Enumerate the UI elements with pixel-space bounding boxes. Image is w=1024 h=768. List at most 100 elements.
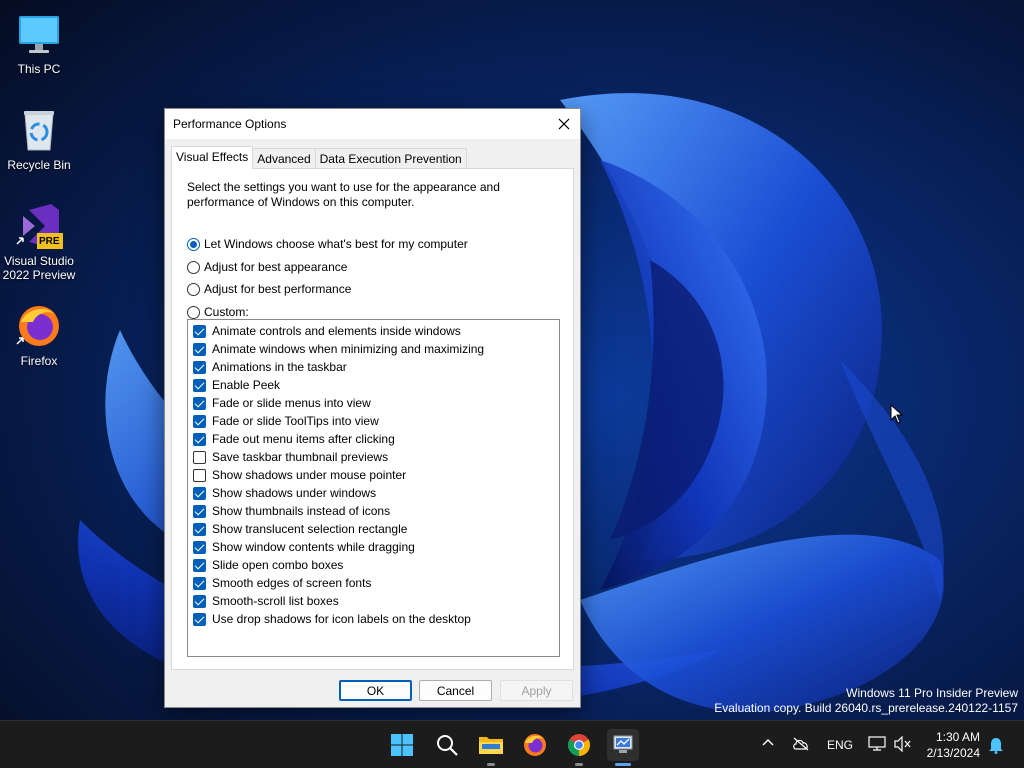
radio-best-performance[interactable]: Adjust for best performance: [187, 281, 351, 297]
desktop-icon-label-line1: Visual Studio: [4, 254, 74, 268]
list-item[interactable]: Use drop shadows for icon labels on the …: [188, 610, 559, 628]
option-label: Fade or slide ToolTips into view: [212, 414, 379, 428]
clock-date: 2/13/2024: [926, 746, 980, 760]
option-label: Show shadows under windows: [212, 486, 377, 500]
chevron-up-icon: [762, 739, 774, 746]
radio-button[interactable]: [187, 260, 200, 274]
checkbox[interactable]: [193, 594, 206, 608]
list-item[interactable]: Animations in the taskbar: [188, 358, 559, 376]
checkbox[interactable]: [193, 432, 206, 446]
windows-logo-icon: [391, 734, 413, 756]
checkbox[interactable]: [193, 342, 206, 356]
tab-advanced[interactable]: Advanced: [252, 148, 316, 169]
checkbox[interactable]: [193, 468, 206, 482]
option-label: Show window contents while dragging: [212, 540, 415, 554]
search-button[interactable]: [431, 729, 463, 761]
cancel-button[interactable]: Cancel: [419, 680, 492, 701]
desktop-icon-label: This PC: [17, 62, 61, 76]
checkbox[interactable]: [193, 558, 206, 572]
radio-button[interactable]: [187, 237, 200, 251]
list-item[interactable]: Enable Peek: [188, 376, 559, 394]
checkbox[interactable]: [193, 414, 206, 428]
active-indicator: [615, 763, 631, 766]
list-item[interactable]: Fade out menu items after clicking: [188, 430, 559, 448]
onedrive-button[interactable]: [792, 737, 810, 754]
desktop-icon-label: Recycle Bin: [7, 158, 71, 172]
firefox-icon: [15, 302, 63, 350]
list-item[interactable]: Show translucent selection rectangle: [188, 520, 559, 538]
checkbox[interactable]: [193, 540, 206, 554]
checkbox[interactable]: [193, 324, 206, 338]
list-item[interactable]: Smooth edges of screen fonts: [188, 574, 559, 592]
list-item[interactable]: Show shadows under windows: [188, 484, 559, 502]
option-label: Fade or slide menus into view: [212, 396, 371, 410]
list-item[interactable]: Animate windows when minimizing and maxi…: [188, 340, 559, 358]
option-label: Fade out menu items after clicking: [212, 432, 395, 446]
list-item[interactable]: Smooth-scroll list boxes: [188, 592, 559, 610]
checkbox[interactable]: [193, 396, 206, 410]
performance-options-taskbar-button[interactable]: [607, 729, 639, 766]
list-item[interactable]: Animate controls and elements inside win…: [188, 322, 559, 340]
checkbox[interactable]: [193, 522, 206, 536]
radio-button[interactable]: [187, 282, 200, 296]
radio-label: Let Windows choose what's best for my co…: [204, 237, 468, 251]
evaluation-watermark: Windows 11 Pro Insider Preview Evaluatio…: [714, 686, 1018, 716]
clock-time: 1:30 AM: [935, 730, 980, 744]
tab-strip: Visual Effects Advanced Data Execution P…: [171, 146, 467, 169]
option-label: Slide open combo boxes: [212, 558, 344, 572]
radio-best-appearance[interactable]: Adjust for best appearance: [187, 259, 347, 275]
list-item[interactable]: Fade or slide ToolTips into view: [188, 412, 559, 430]
tab-visual-effects[interactable]: Visual Effects: [171, 146, 254, 169]
speaker-muted-icon: [894, 735, 911, 753]
visual-effects-list[interactable]: Animate controls and elements inside win…: [187, 319, 560, 657]
checkbox[interactable]: [193, 360, 206, 374]
desktop-icon-recycle-bin[interactable]: Recycle Bin: [1, 106, 77, 172]
checkbox[interactable]: [193, 612, 206, 626]
tab-data-execution-prevention[interactable]: Data Execution Prevention: [314, 148, 467, 169]
clock[interactable]: 1:30 AM 2/13/2024: [927, 729, 980, 761]
chrome-taskbar-button[interactable]: [563, 729, 595, 766]
performance-options-icon: [613, 735, 633, 753]
list-item[interactable]: Show thumbnails instead of icons: [188, 502, 559, 520]
close-button[interactable]: [548, 109, 580, 139]
radio-label: Custom:: [204, 305, 249, 319]
checkbox[interactable]: [193, 450, 206, 464]
file-explorer-button[interactable]: [475, 729, 507, 766]
checkbox[interactable]: [193, 504, 206, 518]
title-bar[interactable]: Performance Options: [165, 109, 580, 139]
apply-button[interactable]: Apply: [500, 680, 573, 701]
list-item[interactable]: Fade or slide menus into view: [188, 394, 559, 412]
start-button[interactable]: [386, 729, 418, 761]
checkbox[interactable]: [193, 378, 206, 392]
monitor-icon: [15, 10, 63, 58]
desktop-icon-firefox[interactable]: Firefox: [1, 302, 77, 368]
desktop-icon-visual-studio[interactable]: PRE Visual Studio 2022 Preview: [1, 202, 77, 282]
chrome-icon: [568, 734, 590, 756]
folder-icon: [479, 737, 503, 754]
radio-label: Adjust for best appearance: [204, 260, 348, 274]
network-button[interactable]: [868, 736, 886, 755]
search-icon: [437, 735, 458, 756]
ok-button[interactable]: OK: [339, 680, 412, 701]
checkbox[interactable]: [193, 486, 206, 500]
input-language-button[interactable]: ENG: [827, 738, 853, 752]
radio-label: Adjust for best performance: [204, 282, 352, 296]
radio-button[interactable]: [187, 305, 200, 319]
list-item[interactable]: Slide open combo boxes: [188, 556, 559, 574]
checkbox[interactable]: [193, 576, 206, 590]
option-label: Save taskbar thumbnail previews: [212, 450, 389, 464]
cloud-offline-icon: [793, 737, 809, 751]
list-item[interactable]: Show window contents while dragging: [188, 538, 559, 556]
option-label: Smooth edges of screen fonts: [212, 576, 372, 590]
radio-custom[interactable]: Custom:: [187, 304, 249, 320]
volume-button[interactable]: [894, 735, 912, 755]
radio-let-windows-choose[interactable]: Let Windows choose what's best for my co…: [187, 236, 468, 252]
list-item[interactable]: Save taskbar thumbnail previews: [188, 448, 559, 466]
notifications-button[interactable]: [988, 736, 1004, 757]
watermark-line1: Windows 11 Pro Insider Preview: [846, 686, 1018, 700]
desktop-icon-this-pc[interactable]: This PC: [1, 10, 77, 76]
firefox-taskbar-button[interactable]: [519, 729, 551, 761]
running-indicator: [487, 763, 495, 766]
show-hidden-icons-button[interactable]: [762, 737, 774, 752]
list-item[interactable]: Show shadows under mouse pointer: [188, 466, 559, 484]
